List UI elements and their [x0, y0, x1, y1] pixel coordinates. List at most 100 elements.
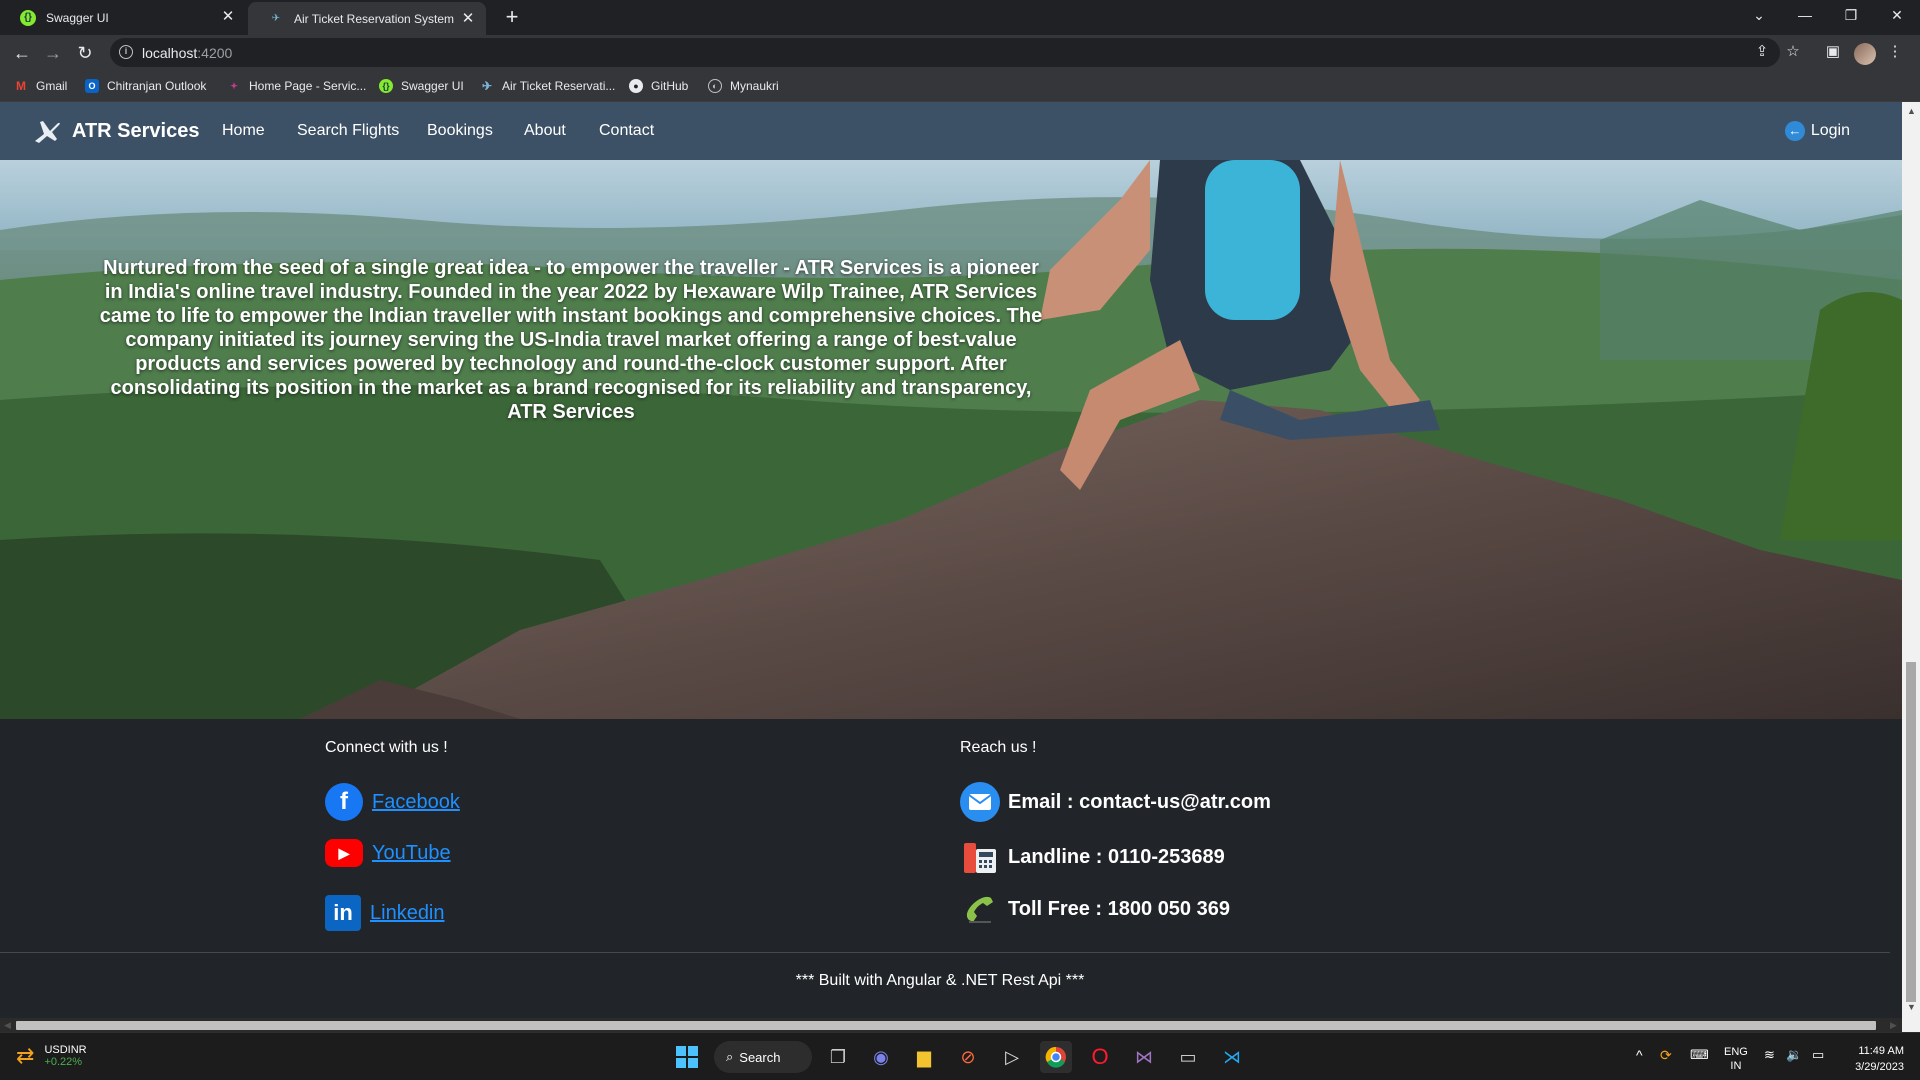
close-tab-icon[interactable]: ✕ — [460, 11, 476, 27]
landline-contact: Landline : 0110-253689 — [960, 837, 1225, 877]
scroll-up-icon[interactable]: ▲ — [1907, 106, 1916, 116]
visual-studio-icon[interactable]: ⋈ — [1128, 1041, 1160, 1073]
tab-title: Air Ticket Reservation System — [294, 11, 455, 26]
globe-icon: ◐ — [708, 79, 722, 93]
brand-name: ATR Services — [72, 119, 200, 142]
login-arrow-icon: ← — [1784, 121, 1805, 141]
tab-air-ticket[interactable]: ✈ Air Ticket Reservation System ✕ — [248, 2, 486, 35]
tab-swagger-ui[interactable]: {} Swagger UI ✕ — [0, 0, 246, 35]
reach-heading: Reach us ! — [960, 739, 1037, 756]
airplane-logo-icon — [35, 121, 60, 143]
nav-about[interactable]: About — [524, 122, 566, 140]
taskbar-search[interactable]: ⌕ Search — [714, 1041, 812, 1073]
tab-strip: {} Swagger UI ✕ ✈ Air Ticket Reservation… — [0, 0, 1920, 35]
restore-button[interactable]: ❐ — [1828, 0, 1874, 30]
facebook-link-row[interactable]: f Facebook — [325, 783, 460, 821]
github-icon: ● — [629, 79, 643, 93]
gmail-icon: M — [16, 79, 26, 93]
sync-icon[interactable]: ⟳ — [1660, 1047, 1672, 1064]
opera-icon[interactable]: O — [1084, 1041, 1116, 1073]
forward-button[interactable]: → — [41, 41, 65, 65]
widget-title: USDINR — [44, 1044, 87, 1056]
postman-icon[interactable]: ⊘ — [952, 1041, 984, 1073]
terminal-icon[interactable]: ▭ — [1172, 1041, 1204, 1073]
currency-widget[interactable]: ⇄ USDINR +0.22% — [16, 1043, 87, 1069]
tab-title: Swagger UI — [46, 10, 109, 25]
horizontal-scrollbar[interactable]: ◀ ▶ — [0, 1018, 1902, 1032]
back-button[interactable]: ← — [10, 41, 34, 65]
bookmark-gmail[interactable]: M Gmail — [14, 78, 67, 94]
bookmark-star-icon[interactable]: ☆ — [1782, 41, 1804, 63]
keyboard-icon[interactable]: ⌨ — [1690, 1047, 1709, 1063]
outlook-icon: O — [85, 79, 99, 93]
linkedin-link[interactable]: Linkedin — [370, 902, 445, 925]
nav-contact[interactable]: Contact — [599, 122, 654, 140]
vertical-scroll-thumb[interactable] — [1906, 662, 1916, 1002]
connect-heading: Connect with us ! — [325, 739, 448, 756]
menu-dots-icon[interactable]: ⋮ — [1884, 41, 1906, 63]
swagger-icon: {} — [20, 9, 36, 26]
about-paragraph: Nurtured from the seed of a single great… — [99, 257, 1043, 423]
show-hidden-icons-chevron[interactable]: ^ — [1636, 1047, 1643, 1063]
volume-icon[interactable]: 🔉 — [1786, 1047, 1802, 1063]
linkedin-icon: in — [325, 895, 361, 931]
teams-chat-icon[interactable]: ◉ — [865, 1041, 897, 1073]
youtube-icon: ▶ — [325, 839, 363, 867]
bookmark-github[interactable]: ● GitHub — [629, 78, 688, 94]
clock[interactable]: 11:49 AM 3/29/2023 — [1850, 1043, 1904, 1075]
swagger-icon: {} — [379, 79, 393, 93]
facebook-icon: f — [325, 783, 363, 821]
file-explorer-icon[interactable]: ▆ — [908, 1041, 940, 1073]
hero-background-image — [0, 160, 1902, 719]
nav-home[interactable]: Home — [222, 122, 265, 140]
bookmarks-bar: M Gmail O Chitranjan Outlook ✦ Home Page - … — [0, 70, 1920, 102]
site-footer: Connect with us ! f Facebook ▶ YouTube i… — [0, 719, 1902, 1019]
profile-avatar[interactable] — [1854, 43, 1876, 65]
tab-search-chevron-icon[interactable]: ⌄ — [1736, 0, 1782, 30]
scroll-right-icon[interactable]: ▶ — [1890, 1020, 1897, 1031]
youtube-link[interactable]: YouTube — [372, 842, 451, 865]
chrome-icon[interactable] — [1040, 1041, 1072, 1073]
currency-chart-icon: ⇄ — [16, 1043, 35, 1068]
bookmark-swagger[interactable]: {} Swagger UI — [379, 78, 464, 94]
built-with-text: *** Built with Angular & .NET Rest Api *… — [795, 972, 1085, 989]
scroll-down-icon[interactable]: ▼ — [1907, 1002, 1916, 1012]
web-page: ATR Services Home Search Flights Booking… — [0, 102, 1902, 1019]
bookmark-air-ticket[interactable]: ✈ Air Ticket Reservati... — [480, 78, 615, 94]
nav-search-flights[interactable]: Search Flights — [297, 122, 399, 140]
share-icon[interactable]: ⇪ — [1751, 41, 1773, 63]
vscode-icon[interactable]: ⋊ — [1216, 1041, 1248, 1073]
media-player-icon[interactable]: ▷ — [996, 1041, 1028, 1073]
telephone-icon — [960, 837, 1000, 877]
login-label: Login — [1810, 122, 1850, 139]
scroll-left-icon[interactable]: ◀ — [4, 1020, 11, 1031]
bookmark-outlook[interactable]: O Chitranjan Outlook — [85, 78, 206, 94]
nav-bookings[interactable]: Bookings — [427, 122, 493, 140]
bookmark-mynaukri[interactable]: ◐ Mynaukri — [708, 78, 779, 94]
windows-start-icon[interactable] — [671, 1041, 703, 1073]
email-contact: Email : contact-us@atr.com — [960, 782, 1271, 822]
facebook-link[interactable]: Facebook — [372, 791, 460, 814]
screen: { "browser": { "tabs": [ {"title": "Swag… — [0, 0, 1920, 1080]
linkedin-link-row[interactable]: in Linkedin — [325, 895, 445, 931]
language-indicator[interactable]: ENG IN — [1724, 1045, 1748, 1073]
bookmark-home-page[interactable]: ✦ Home Page - Servic... — [227, 78, 366, 94]
envelope-icon — [960, 782, 1000, 822]
close-window-button[interactable]: ✕ — [1874, 0, 1920, 30]
battery-icon[interactable]: ▭ — [1812, 1047, 1824, 1063]
vertical-scrollbar[interactable]: ▲ ▼ — [1902, 102, 1920, 1032]
login-button[interactable]: ← Login — [1784, 121, 1850, 141]
horizontal-scroll-thumb[interactable] — [16, 1021, 1876, 1030]
brand-logo[interactable]: ATR Services — [32, 115, 199, 147]
windows-taskbar: ⇄ USDINR +0.22% ⌕ Search ❐ ◉ ▆ ⊘ ▷ O ⋈ ▭… — [0, 1032, 1920, 1080]
new-tab-button[interactable]: + — [500, 5, 524, 29]
task-view-icon[interactable]: ❐ — [822, 1041, 854, 1073]
youtube-link-row[interactable]: ▶ YouTube — [325, 839, 451, 867]
site-info-icon[interactable]: i — [119, 45, 133, 59]
minimize-button[interactable]: — — [1782, 0, 1828, 30]
reload-button[interactable]: ↻ — [73, 41, 97, 65]
address-bar[interactable]: i localhost:4200 — [110, 38, 1780, 67]
wifi-icon[interactable]: ≋ — [1764, 1047, 1775, 1063]
side-panel-icon[interactable]: ▣ — [1822, 41, 1844, 63]
close-tab-icon[interactable]: ✕ — [220, 9, 236, 25]
